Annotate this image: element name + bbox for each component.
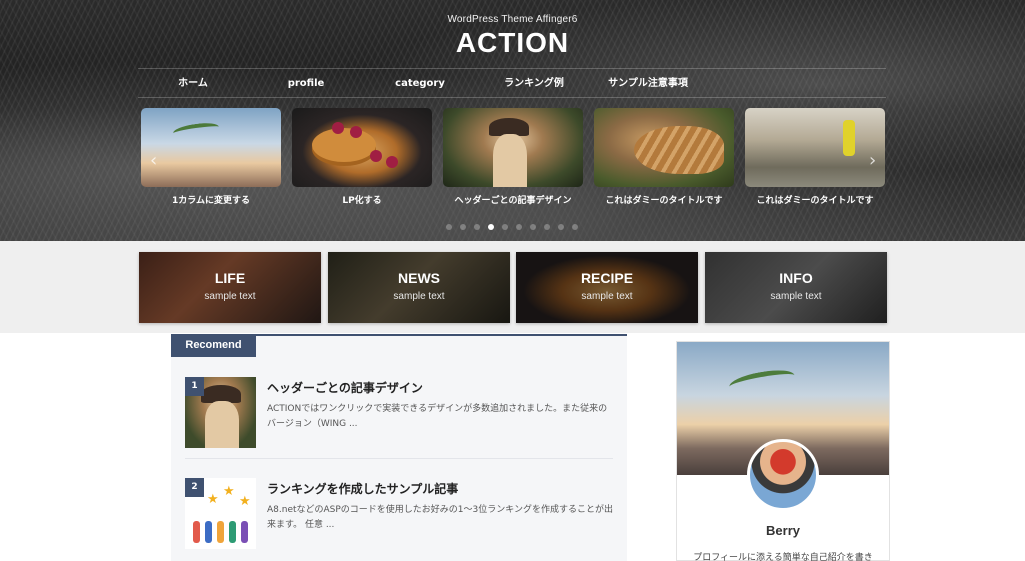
person-image — [205, 521, 212, 543]
person-image — [193, 521, 200, 543]
category-subtitle: sample text — [770, 291, 822, 302]
category-subtitle: sample text — [581, 291, 633, 302]
post-title[interactable]: ランキングを作成したサンプル記事 — [267, 480, 617, 497]
slide-thumbnail — [594, 108, 734, 187]
berry-image — [332, 122, 344, 134]
slider-pagination — [446, 224, 586, 232]
post-slider: 1カラムに変更する LP化する ヘッダーごとの記事デザイン これはダミーのタイト… — [140, 108, 885, 218]
slide-caption: ヘッダーごとの記事デザイン — [454, 196, 572, 206]
slide-caption: これはダミーのタイトルです — [756, 196, 874, 206]
berry-image — [370, 150, 382, 162]
post-thumbnail: 1 — [185, 377, 256, 448]
nav-item-home[interactable]: ホーム — [138, 69, 248, 99]
category-title: RECIPE — [580, 270, 634, 286]
slide-card[interactable]: これはダミーのタイトルです — [594, 108, 734, 206]
slider-dot[interactable] — [572, 224, 578, 230]
slide-caption: LP化する — [342, 196, 382, 206]
berry-image — [386, 156, 398, 168]
category-title: NEWS — [398, 270, 440, 286]
slider-dot[interactable] — [474, 224, 480, 230]
slide-card[interactable]: LP化する — [292, 108, 432, 206]
post-excerpt: ACTIONではワンクリックで実装できるデザインが多数追加されました。また従来の… — [267, 404, 608, 429]
slider-dot[interactable] — [530, 224, 536, 230]
nav-item-category[interactable]: category — [365, 69, 475, 99]
recommend-tab: Recomend — [171, 334, 256, 357]
slide-card[interactable]: 1カラムに変更する — [141, 108, 281, 206]
slider-dot[interactable] — [544, 224, 550, 230]
category-card-recipe[interactable]: RECIPE sample text — [516, 252, 698, 323]
slider-dot[interactable] — [516, 224, 522, 230]
slide-thumbnail — [443, 108, 583, 187]
recommend-section: Recomend 1 ヘッダーごとの記事デザイン ACTIONではワンクリックで… — [171, 334, 627, 561]
person-image — [217, 521, 224, 543]
woman-image — [493, 134, 527, 187]
slide-card[interactable]: ヘッダーごとの記事デザイン — [443, 108, 583, 206]
slide-thumbnail — [292, 108, 432, 187]
category-band: LIFE sample text NEWS sample text RECIPE… — [0, 241, 1025, 333]
post-title[interactable]: ヘッダーごとの記事デザイン — [267, 379, 617, 396]
person-image — [241, 521, 248, 543]
site-logo[interactable]: ACTION — [0, 27, 1025, 59]
slide-caption: 1カラムに変更する — [172, 196, 250, 206]
profile-card: Berry プロフィールに添える簡単な自己紹介を書き — [676, 341, 890, 561]
category-card-life[interactable]: LIFE sample text — [139, 252, 321, 323]
slide-card[interactable]: これはダミーのタイトルです — [745, 108, 885, 206]
category-subtitle: sample text — [393, 291, 445, 302]
slider-dot[interactable] — [488, 224, 494, 230]
global-nav: ホーム profile category ランキング例 サンプル注意事項 — [138, 68, 886, 98]
rank-badge: 2 — [185, 478, 204, 497]
category-card-news[interactable]: NEWS sample text — [328, 252, 510, 323]
slide-thumbnail — [745, 108, 885, 187]
category-card-info[interactable]: INFO sample text — [705, 252, 887, 323]
slider-prev-icon[interactable]: ‹ — [150, 150, 157, 171]
person-image — [229, 521, 236, 543]
pancake-image — [312, 128, 376, 162]
post-thumbnail: 2 ★ ★ ★ — [185, 478, 256, 549]
slide-caption: これはダミーのタイトルです — [605, 196, 723, 206]
rank-badge: 1 — [185, 377, 204, 396]
category-title: INFO — [779, 270, 813, 286]
child-image — [843, 120, 855, 156]
star-icon: ★ — [207, 492, 219, 507]
post-divider — [185, 458, 613, 459]
slide-thumbnail — [141, 108, 281, 187]
woman-image — [205, 401, 239, 448]
nav-item-notes[interactable]: サンプル注意事項 — [593, 69, 703, 99]
slider-dot[interactable] — [502, 224, 508, 230]
recommend-post[interactable]: 2 ★ ★ ★ ランキングを作成したサンプル記事 A8.netなどのASPのコー… — [185, 478, 613, 558]
site-header: WordPress Theme Affinger6 ACTION ホーム pro… — [0, 0, 1025, 241]
category-subtitle: sample text — [204, 291, 256, 302]
berry-image — [350, 126, 362, 138]
nav-item-ranking[interactable]: ランキング例 — [479, 69, 589, 99]
site-tagline: WordPress Theme Affinger6 — [447, 14, 578, 25]
star-icon: ★ — [223, 484, 235, 499]
recommend-post[interactable]: 1 ヘッダーごとの記事デザイン ACTIONではワンクリックで実装できるデザイン… — [185, 377, 613, 457]
avatar — [747, 439, 819, 511]
star-icon: ★ — [239, 494, 251, 509]
slider-dot[interactable] — [460, 224, 466, 230]
post-excerpt: A8.netなどのASPのコードを使用したお好みの1〜3位ランキングを作成するこ… — [267, 505, 613, 530]
profile-name: Berry — [766, 523, 800, 538]
nav-item-profile[interactable]: profile — [251, 69, 361, 99]
slider-dot[interactable] — [558, 224, 564, 230]
slider-dot[interactable] — [446, 224, 452, 230]
cat-image — [634, 126, 724, 174]
profile-description: プロフィールに添える簡単な自己紹介を書き — [693, 553, 873, 561]
category-title: LIFE — [214, 270, 246, 286]
paraglider-image — [172, 120, 220, 140]
slider-next-icon[interactable]: › — [869, 150, 876, 171]
paraglider-image — [727, 366, 797, 396]
